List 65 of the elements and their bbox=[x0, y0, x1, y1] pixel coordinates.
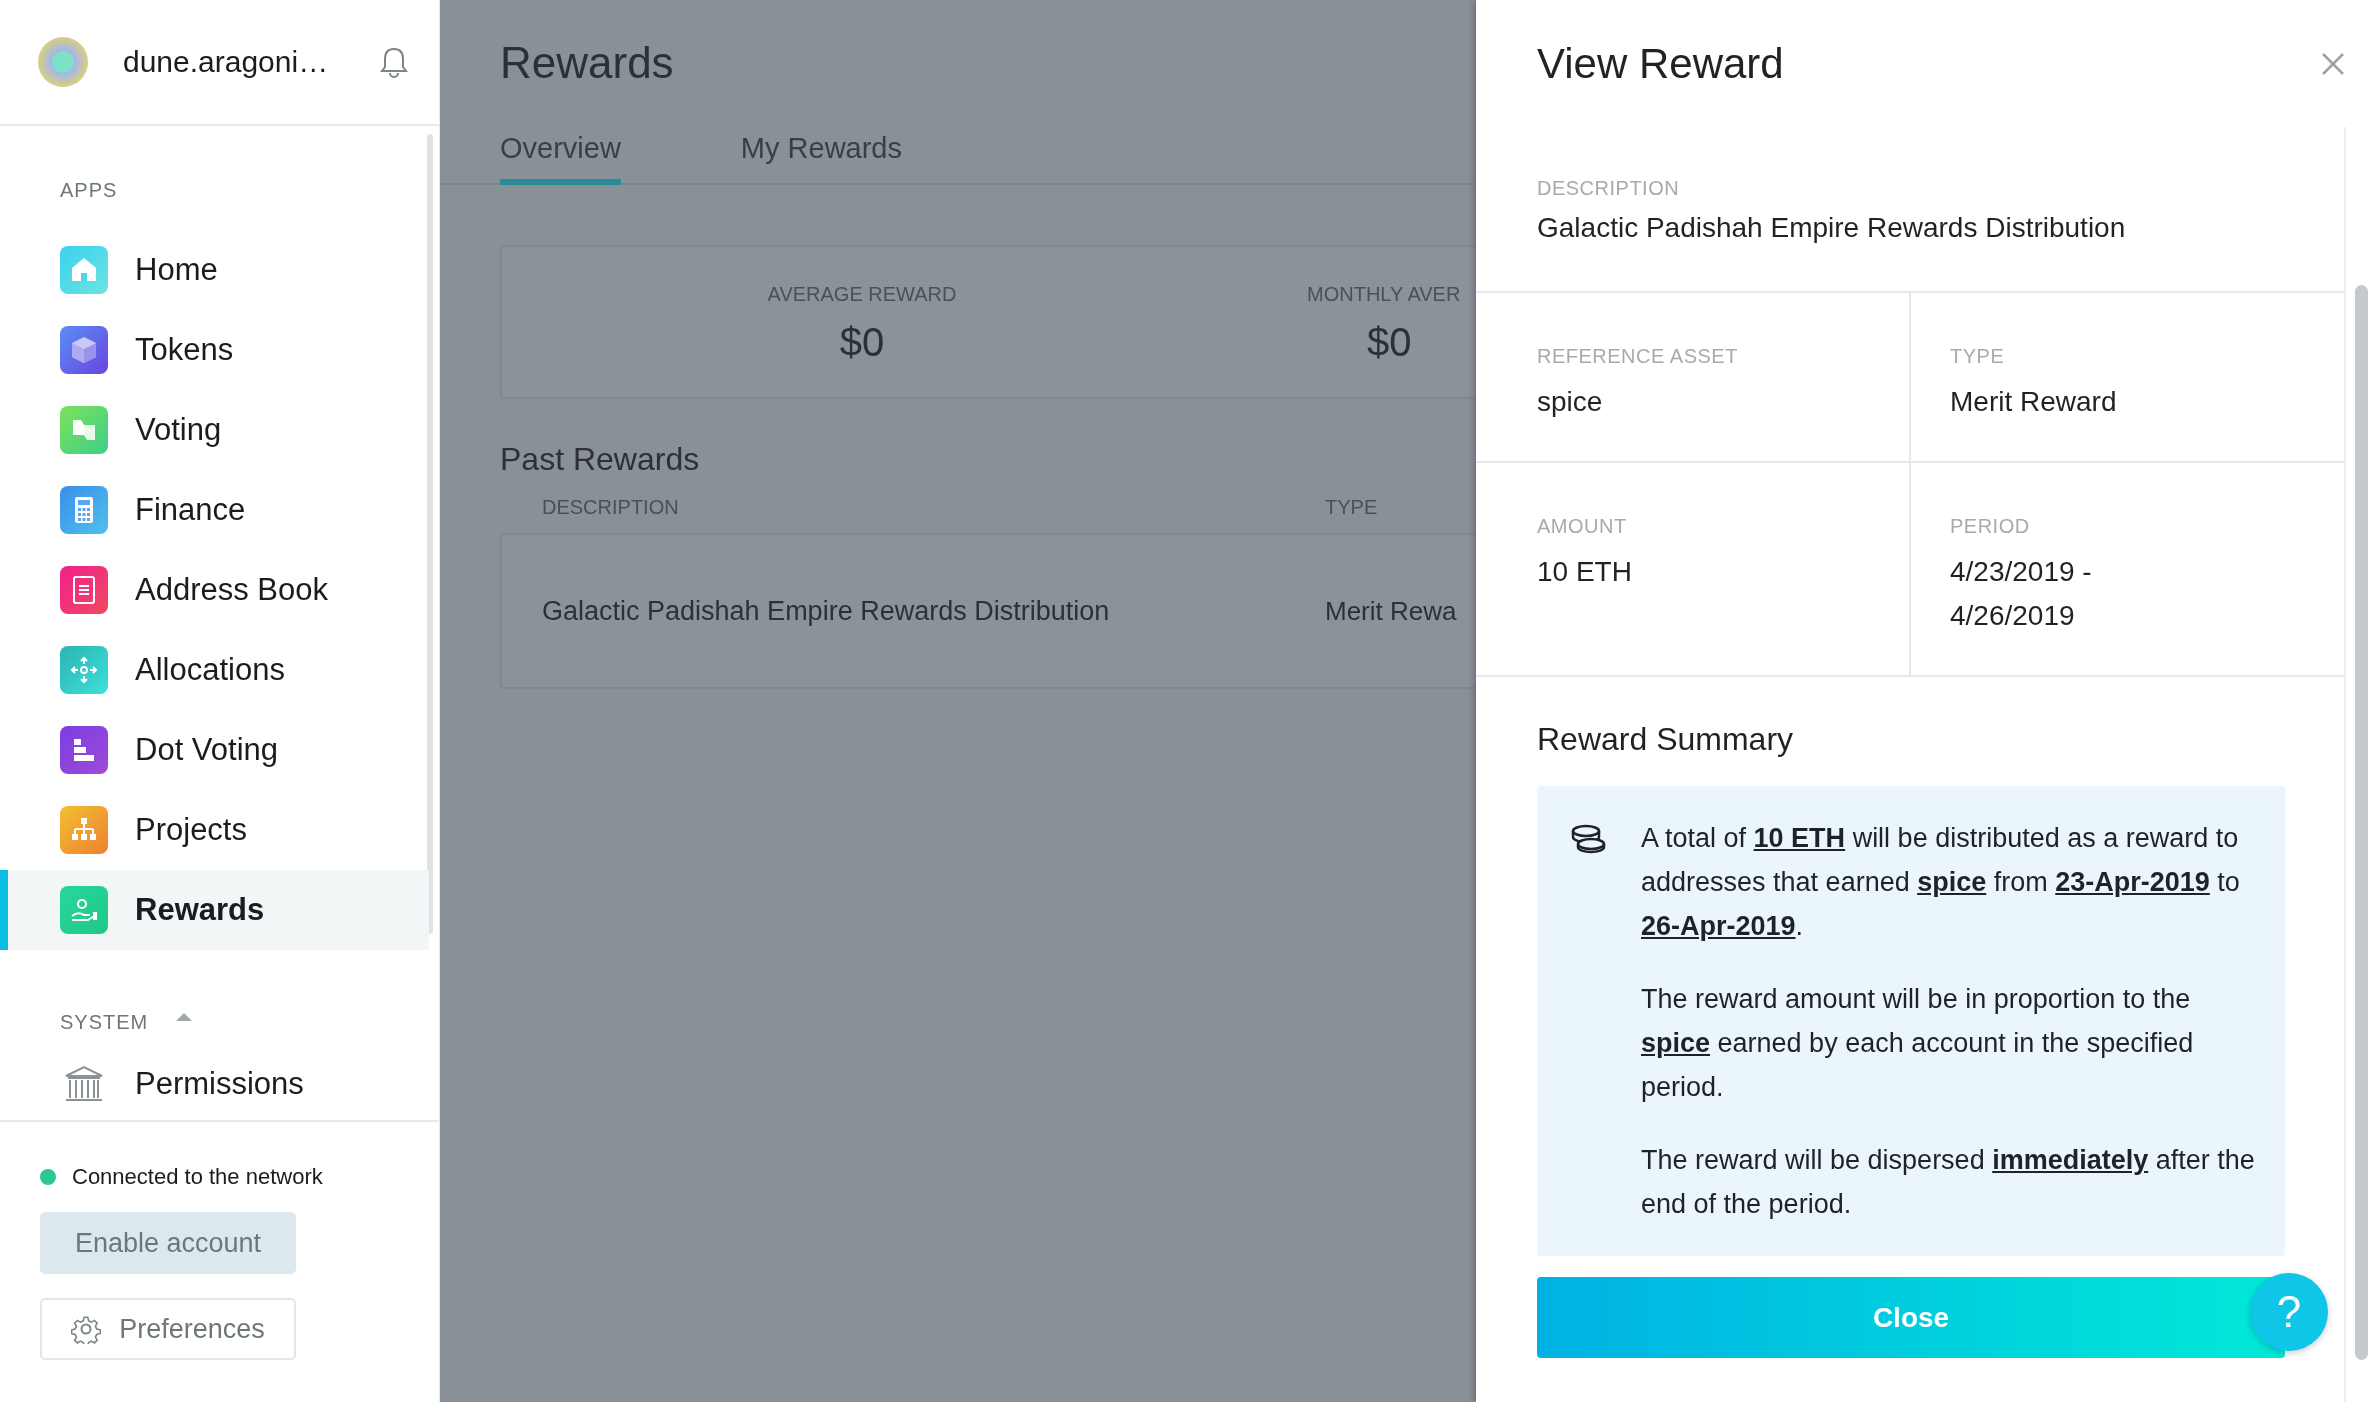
summary-link[interactable]: 10 ETH bbox=[1753, 823, 1846, 853]
field-label: PERIOD bbox=[1950, 515, 2031, 538]
preferences-button[interactable]: Preferences bbox=[40, 1298, 296, 1360]
avatar[interactable] bbox=[38, 37, 88, 87]
stat-value: $0 bbox=[839, 320, 885, 365]
summary-paragraph: The reward amount will be in proportion to the spice earned by each account in the specified period. bbox=[1641, 983, 2195, 1104]
field-label: DESCRIPTION bbox=[1537, 177, 1681, 200]
notebook-icon bbox=[60, 566, 108, 614]
summary-link[interactable]: spice bbox=[1917, 867, 1987, 897]
stat-value: $0 bbox=[1367, 320, 1412, 365]
field-value: 10 ETH bbox=[1537, 555, 1633, 589]
bell-icon[interactable] bbox=[379, 46, 409, 78]
sidebar-item[interactable]: Home bbox=[0, 230, 429, 310]
section-title: Reward Summary bbox=[1537, 721, 1795, 758]
summary-paragraph: A total of 10 ETH will be distributed as a reward to addresses that earned spice from 23-Apr-2019 to 26-Apr-2019. bbox=[1641, 822, 2241, 943]
field-value: Galactic Padishah Empire Rewards Distribution bbox=[1537, 211, 2127, 245]
summary-link[interactable]: immediately bbox=[1992, 1145, 2149, 1175]
network-status: Connected to the network bbox=[72, 1164, 323, 1190]
thumbs-icon bbox=[60, 406, 108, 454]
column-header: TYPE bbox=[1325, 496, 1378, 519]
column-header: DESCRIPTION bbox=[542, 496, 680, 519]
sidebar-item[interactable]: Tokens bbox=[0, 310, 429, 390]
field-label: TYPE bbox=[1950, 345, 2006, 368]
arrows-icon bbox=[60, 646, 108, 694]
sidebar-item[interactable]: Voting bbox=[0, 390, 429, 470]
home-icon bbox=[60, 246, 108, 294]
section-heading: SYSTEM bbox=[60, 1010, 149, 1034]
field-label: AMOUNT bbox=[1537, 515, 1628, 538]
sidebar-item[interactable]: Finance bbox=[0, 470, 429, 550]
sidebar-item[interactable]: Allocations bbox=[0, 630, 429, 710]
bars-icon bbox=[60, 726, 108, 774]
account-name: dune.aragoni… bbox=[123, 45, 330, 79]
table-cell: Merit Rewa bbox=[1325, 595, 1457, 626]
table-cell: Galactic Padishah Empire Rewards Distribution bbox=[542, 595, 1110, 626]
close-icon[interactable] bbox=[2320, 50, 2346, 77]
stat-label: AVERAGE REWARD bbox=[767, 283, 957, 306]
panel-title: View Reward bbox=[1537, 39, 1785, 88]
enable-account-button[interactable]: Enable account bbox=[40, 1212, 296, 1274]
summary-link[interactable]: spice bbox=[1641, 1028, 1711, 1058]
field-label: REFERENCE ASSET bbox=[1537, 345, 1739, 368]
scrollbar[interactable] bbox=[2355, 285, 2368, 1360]
calculator-icon bbox=[60, 486, 108, 534]
sidebar-item[interactable]: Address Book bbox=[0, 550, 429, 630]
settings-icon bbox=[71, 1314, 102, 1344]
stat-label: MONTHLY AVER bbox=[1307, 283, 1461, 306]
section-heading: APPS bbox=[60, 178, 118, 202]
hand-coin-icon bbox=[60, 886, 108, 934]
field-value: spice bbox=[1537, 385, 1604, 419]
caret-up-icon[interactable] bbox=[176, 1013, 193, 1021]
sidebar-item[interactable]: Permissions bbox=[0, 1044, 429, 1120]
scrollbar[interactable] bbox=[427, 134, 433, 934]
summary-link[interactable]: 23-Apr-2019 bbox=[2055, 867, 2210, 897]
coins-icon bbox=[1569, 824, 1607, 854]
sidebar-item[interactable]: Rewards bbox=[0, 870, 429, 950]
sidebar-item[interactable]: Dot Voting bbox=[0, 710, 429, 790]
table-row[interactable]: Galactic Padishah Empire Rewards Distribution Merit Rewa bbox=[500, 533, 1476, 689]
field-value: Merit Reward bbox=[1950, 385, 2118, 419]
section-title: Past Rewards bbox=[500, 441, 701, 478]
hierarchy-icon bbox=[60, 806, 108, 854]
summary-link[interactable]: 26-Apr-2019 bbox=[1641, 911, 1796, 941]
sidebar-item[interactable]: Projects bbox=[0, 790, 429, 870]
page-title: Rewards bbox=[499, 37, 675, 89]
summary-paragraph: The reward will be dispersed immediately after the end of the period. bbox=[1641, 1144, 2256, 1221]
cube-icon bbox=[60, 326, 108, 374]
field-value: 4/23/2019 - 4/26/2019 bbox=[1950, 555, 2093, 633]
